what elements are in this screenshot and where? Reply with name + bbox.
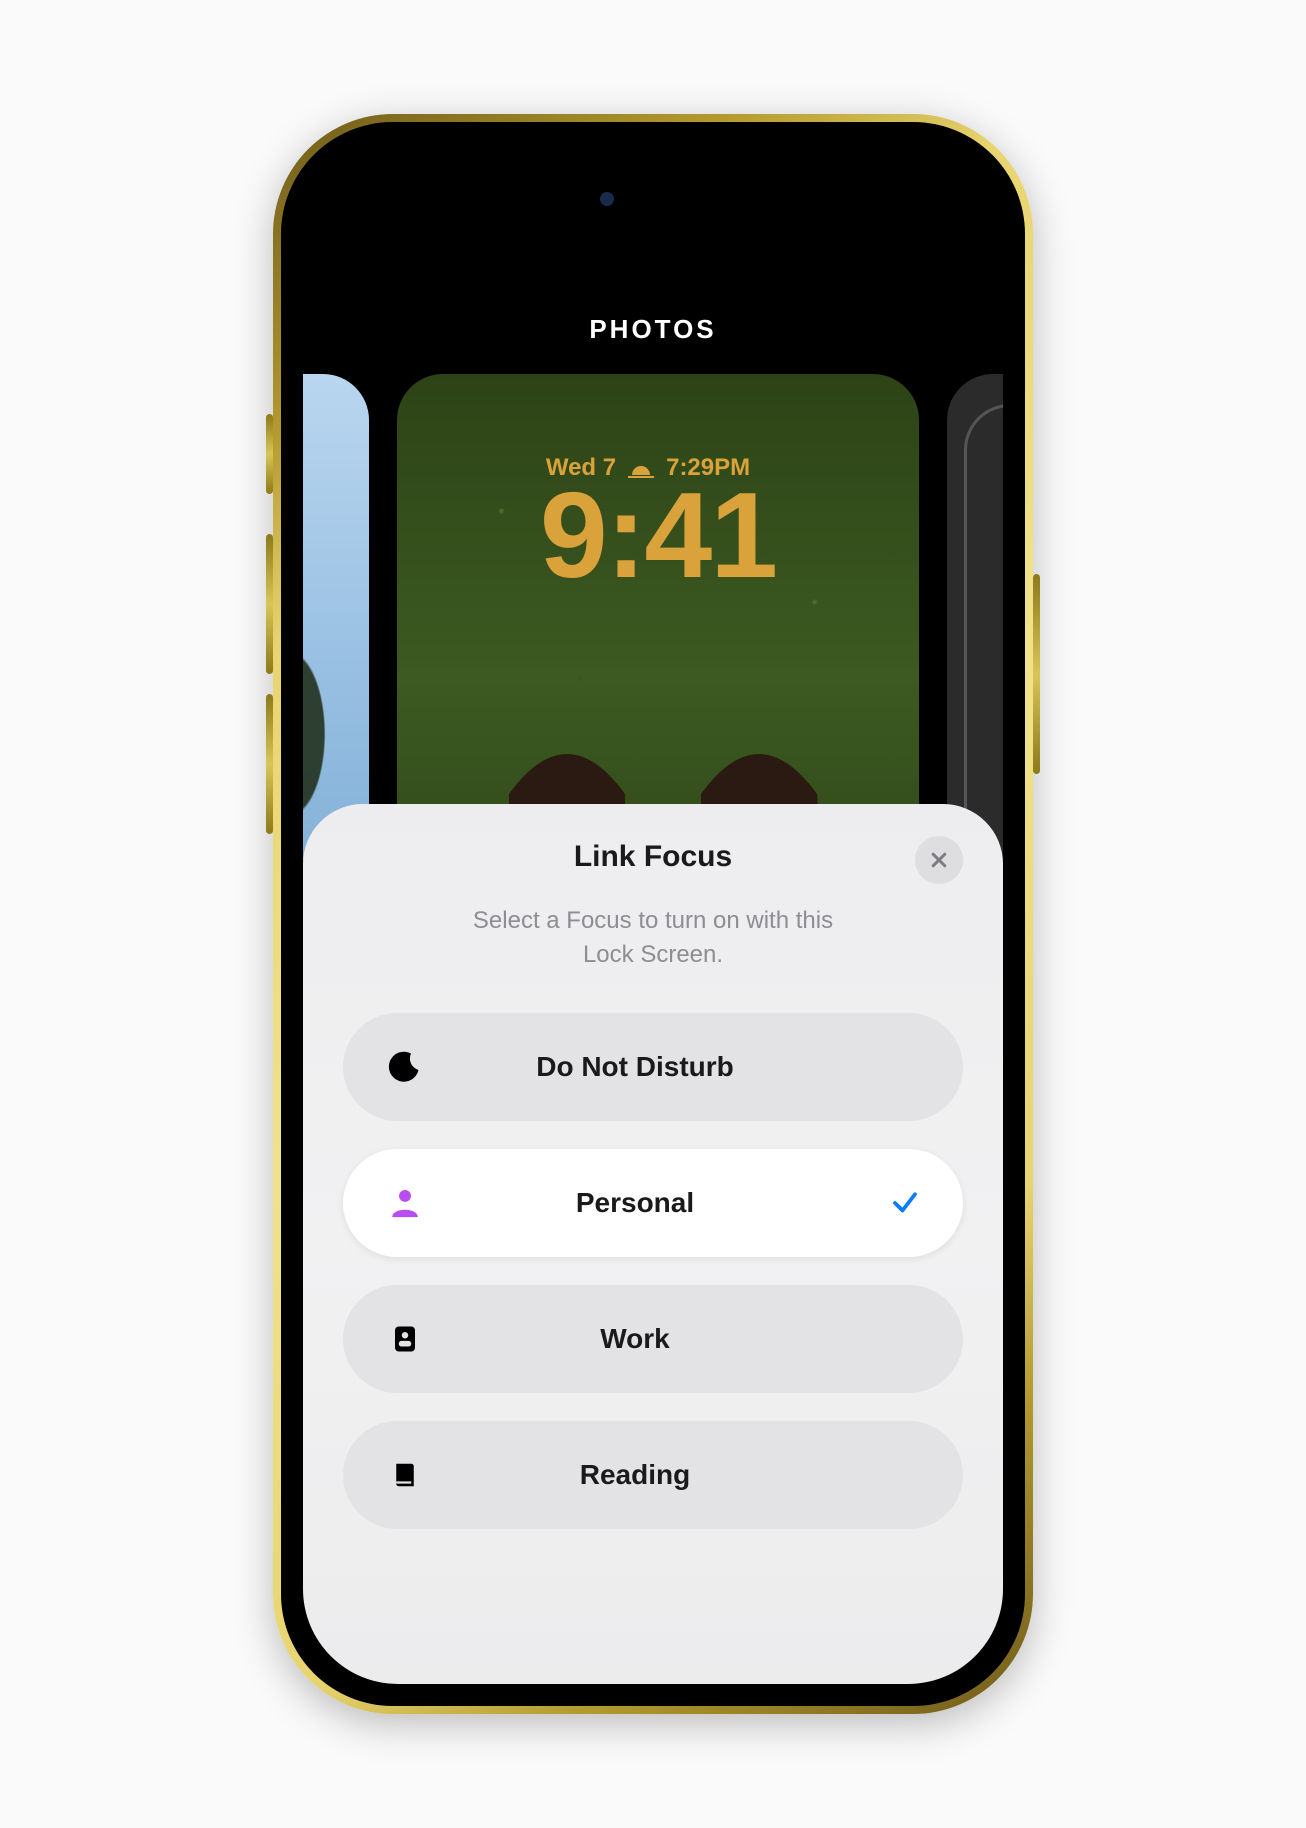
lockscreen-time: 9:41 — [397, 474, 919, 596]
sheet-title: Link Focus — [343, 840, 963, 874]
focus-item-work[interactable]: Work — [343, 1285, 963, 1393]
mute-switch[interactable] — [266, 414, 273, 494]
focus-item-label: Reading — [383, 1459, 887, 1491]
link-focus-sheet: Link Focus Select a Focus to turn on wit… — [303, 804, 1003, 1684]
stage: PHOTOS Wed 7 7:29PM 9:41 — [0, 0, 1306, 1828]
focus-item-label: Work — [383, 1323, 887, 1355]
focus-item-label: Personal — [383, 1187, 887, 1219]
sheet-header: Link Focus — [343, 840, 963, 874]
close-icon — [929, 850, 949, 870]
focus-item-label: Do Not Disturb — [383, 1051, 887, 1083]
check-icon — [887, 1185, 923, 1221]
close-button[interactable] — [915, 836, 963, 884]
focus-item-do-not-disturb[interactable]: Do Not Disturb — [343, 1013, 963, 1121]
phone-frame: PHOTOS Wed 7 7:29PM 9:41 — [273, 114, 1033, 1714]
focus-item-reading[interactable]: Reading — [343, 1421, 963, 1529]
gallery-title: PHOTOS — [303, 314, 1003, 345]
power-button[interactable] — [1033, 574, 1040, 774]
dynamic-island — [538, 168, 768, 228]
sheet-description: Select a Focus to turn on with this Lock… — [343, 904, 963, 971]
focus-list: Do Not Disturb — [343, 1013, 963, 1529]
volume-down-button[interactable] — [266, 694, 273, 834]
screen: PHOTOS Wed 7 7:29PM 9:41 — [303, 144, 1003, 1684]
phone-bezel: PHOTOS Wed 7 7:29PM 9:41 — [281, 122, 1025, 1706]
volume-up-button[interactable] — [266, 534, 273, 674]
focus-item-personal[interactable]: Personal — [343, 1149, 963, 1257]
